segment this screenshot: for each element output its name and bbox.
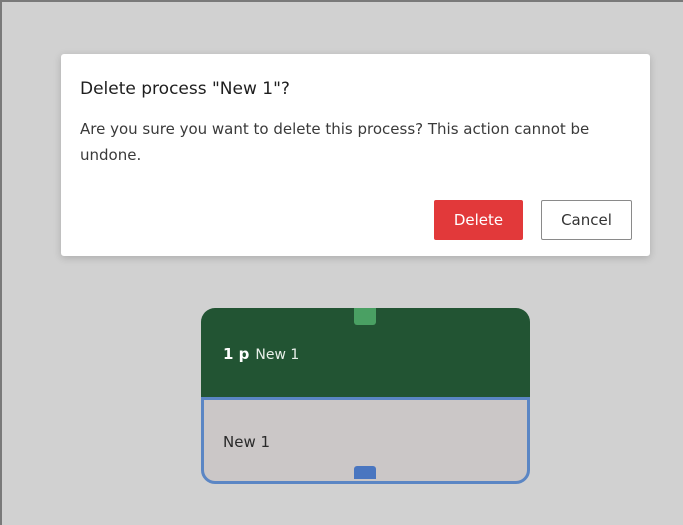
process-canvas[interactable]: 1 p New 1 New 1 Delete process "New 1"? A… [0, 0, 683, 525]
delete-confirmation-dialog: Delete process "New 1"? Are you sure you… [61, 54, 650, 256]
process-node-number: 1 p [223, 345, 250, 363]
process-node-title: 1 p New 1 [223, 345, 299, 363]
process-node-header-label: New 1 [255, 347, 300, 363]
cancel-button[interactable]: Cancel [541, 200, 632, 240]
process-node-body-label: New 1 [223, 433, 271, 451]
delete-button[interactable]: Delete [434, 200, 523, 240]
input-port[interactable] [354, 308, 376, 325]
process-node[interactable]: 1 p New 1 New 1 [201, 308, 530, 484]
dialog-message: Are you sure you want to delete this pro… [80, 120, 590, 164]
dialog-title: Delete process "New 1"? [80, 79, 290, 99]
output-port[interactable] [354, 466, 376, 479]
